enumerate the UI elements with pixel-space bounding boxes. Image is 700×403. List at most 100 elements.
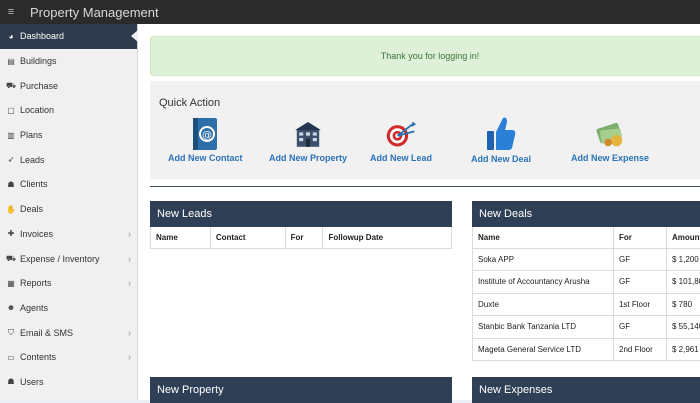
sidebar-item-users[interactable]: ☗Users bbox=[0, 370, 137, 395]
sidebar-item-label: Expense / Inventory bbox=[20, 254, 100, 264]
thumbs-up-icon bbox=[485, 114, 517, 152]
sidebar-item-label: Users bbox=[20, 377, 44, 387]
svg-text:@: @ bbox=[202, 130, 212, 141]
buildings-icon: ▤ bbox=[4, 57, 18, 66]
sidebar-item-contents[interactable]: ▭Contents › bbox=[0, 345, 137, 370]
table-cell: 1st Floor bbox=[614, 293, 667, 316]
money-icon bbox=[594, 117, 626, 151]
table-cell: Soka APP bbox=[473, 248, 614, 271]
sidebar-item-label: Leads bbox=[20, 155, 45, 165]
new-deals-panel: New Deals NameForAmount Soka APPGF$ 1,20… bbox=[472, 201, 700, 361]
plans-icon: ▥ bbox=[4, 131, 18, 140]
main-content: Thank you for logging in! Quick Action @… bbox=[138, 24, 700, 400]
sidebar-item-label: Clients bbox=[20, 179, 48, 189]
add-new-deal-button[interactable]: Add New Deal bbox=[471, 114, 531, 164]
sidebar-item-label: Dashboard bbox=[20, 31, 64, 41]
new-leads-panel: New Leads NameContactForFollowup Date bbox=[150, 201, 452, 249]
column-header: For bbox=[614, 227, 667, 248]
leads-icon: ➶ bbox=[4, 155, 18, 164]
new-deals-table: NameForAmount Soka APPGF$ 1,200Institute… bbox=[472, 227, 700, 361]
sidebar-item-label: Agents bbox=[20, 303, 48, 313]
sidebar-item-label: Buildings bbox=[20, 56, 57, 66]
table-cell: GF bbox=[614, 316, 667, 339]
sidebar-item-reports[interactable]: ▦Reports › bbox=[0, 271, 137, 296]
sidebar-item-label: Contents bbox=[20, 352, 56, 362]
table-cell: Duxte bbox=[473, 293, 614, 316]
chevron-right-icon: › bbox=[128, 254, 131, 264]
target-icon bbox=[385, 117, 417, 151]
column-header: Amount bbox=[667, 227, 700, 248]
chevron-right-icon: › bbox=[128, 278, 131, 288]
sidebar-item-invoices[interactable]: ✚Invoices › bbox=[0, 222, 137, 247]
top-bar: ≡ Property Management bbox=[0, 0, 700, 24]
building-icon bbox=[292, 117, 324, 151]
table-row[interactable]: Duxte1st Floor$ 780 bbox=[473, 293, 700, 316]
sidebar-item-label: Reports bbox=[20, 278, 52, 288]
login-success-alert: Thank you for logging in! bbox=[150, 36, 700, 76]
sidebar-item-label: Plans bbox=[20, 130, 43, 140]
sidebar-item-expense-inventory[interactable]: ⛟Expense / Inventory › bbox=[0, 246, 137, 271]
reports-icon: ▦ bbox=[4, 279, 18, 288]
dashboard-icon: ◕ bbox=[4, 32, 18, 41]
new-property-panel: New Property bbox=[150, 377, 452, 403]
table-row[interactable]: Soka APPGF$ 1,200 bbox=[473, 248, 700, 271]
sidebar-item-clients[interactable]: ☗Clients bbox=[0, 172, 137, 197]
clients-icon: ☗ bbox=[4, 180, 18, 189]
menu-toggle-icon[interactable]: ≡ bbox=[0, 6, 22, 18]
table-cell: $ 55,140 bbox=[667, 316, 700, 339]
chevron-right-icon: › bbox=[128, 328, 131, 338]
deals-icon: ✋ bbox=[4, 205, 18, 214]
new-leads-title: New Leads bbox=[150, 201, 452, 227]
sidebar-item-email-sms[interactable]: ⛉Email & SMS› bbox=[0, 320, 137, 345]
new-expenses-title: New Expenses bbox=[472, 377, 700, 403]
section-divider bbox=[150, 186, 700, 187]
column-header: Name bbox=[473, 227, 614, 248]
new-deals-title: New Deals bbox=[472, 201, 700, 227]
app-title: Property Management bbox=[30, 5, 159, 20]
table-row[interactable]: Mageta General Service LTD2nd Floor$ 2,9… bbox=[473, 338, 700, 361]
location-icon: ▢ bbox=[4, 106, 18, 115]
quick-action-panel: Quick Action @ Add New Contact bbox=[150, 81, 700, 179]
column-header: Followup Date bbox=[323, 227, 452, 248]
table-cell: $ 1,200 bbox=[667, 248, 700, 271]
add-new-lead-button[interactable]: Add New Lead bbox=[370, 117, 432, 163]
sidebar-item-label: Deals bbox=[20, 204, 43, 214]
table-cell: Institute of Accountancy Arusha bbox=[473, 271, 614, 294]
chevron-right-icon: › bbox=[128, 229, 131, 239]
column-header: For bbox=[285, 227, 323, 248]
table-row[interactable]: Institute of Accountancy ArushaGF$ 101,8… bbox=[473, 271, 700, 294]
sidebar-item-location[interactable]: ▢Location bbox=[0, 98, 137, 123]
sidebar-item-buildings[interactable]: ▤Buildings bbox=[0, 49, 137, 74]
chevron-right-icon: › bbox=[128, 352, 131, 362]
new-property-title: New Property bbox=[150, 377, 452, 403]
column-header: Name bbox=[151, 227, 211, 248]
table-row[interactable]: Stanbic Bank Tanzania LTDGF$ 55,140 bbox=[473, 316, 700, 339]
column-header: Contact bbox=[210, 227, 285, 248]
shield-icon: ⛉ bbox=[4, 328, 18, 338]
table-cell: $ 2,961 bbox=[667, 338, 700, 361]
cart-icon: ⛟ bbox=[4, 81, 18, 91]
sidebar-item-label: Purchase bbox=[20, 81, 58, 91]
address-book-icon: @ bbox=[189, 117, 221, 151]
new-expenses-panel: New Expenses bbox=[472, 377, 700, 403]
table-cell: $ 101,800 bbox=[667, 271, 700, 294]
add-new-contact-button[interactable]: @ Add New Contact bbox=[168, 117, 243, 163]
sidebar-item-dashboard[interactable]: ◕Dashboard bbox=[0, 24, 137, 49]
sidebar-item-label: Location bbox=[20, 105, 54, 115]
contents-icon: ▭ bbox=[4, 353, 18, 362]
agents-icon: ☻ bbox=[4, 303, 18, 312]
sidebar-item-purchase[interactable]: ⛟Purchase bbox=[0, 73, 137, 98]
add-new-expense-button[interactable]: Add New Expense bbox=[571, 117, 649, 163]
invoices-icon: ✚ bbox=[4, 229, 18, 238]
expense-icon: ⛟ bbox=[4, 254, 18, 264]
add-new-property-button[interactable]: Add New Property bbox=[269, 117, 347, 163]
users-icon: ☗ bbox=[4, 377, 18, 386]
table-cell: $ 780 bbox=[667, 293, 700, 316]
sidebar-item-label: Invoices bbox=[20, 229, 53, 239]
sidebar-item-deals[interactable]: ✋Deals bbox=[0, 197, 137, 222]
sidebar-item-agents[interactable]: ☻Agents bbox=[0, 296, 137, 321]
sidebar-item-plans[interactable]: ▥Plans bbox=[0, 123, 137, 148]
sidebar-item-leads[interactable]: ➶Leads bbox=[0, 147, 137, 172]
table-cell: GF bbox=[614, 271, 667, 294]
table-cell: GF bbox=[614, 248, 667, 271]
